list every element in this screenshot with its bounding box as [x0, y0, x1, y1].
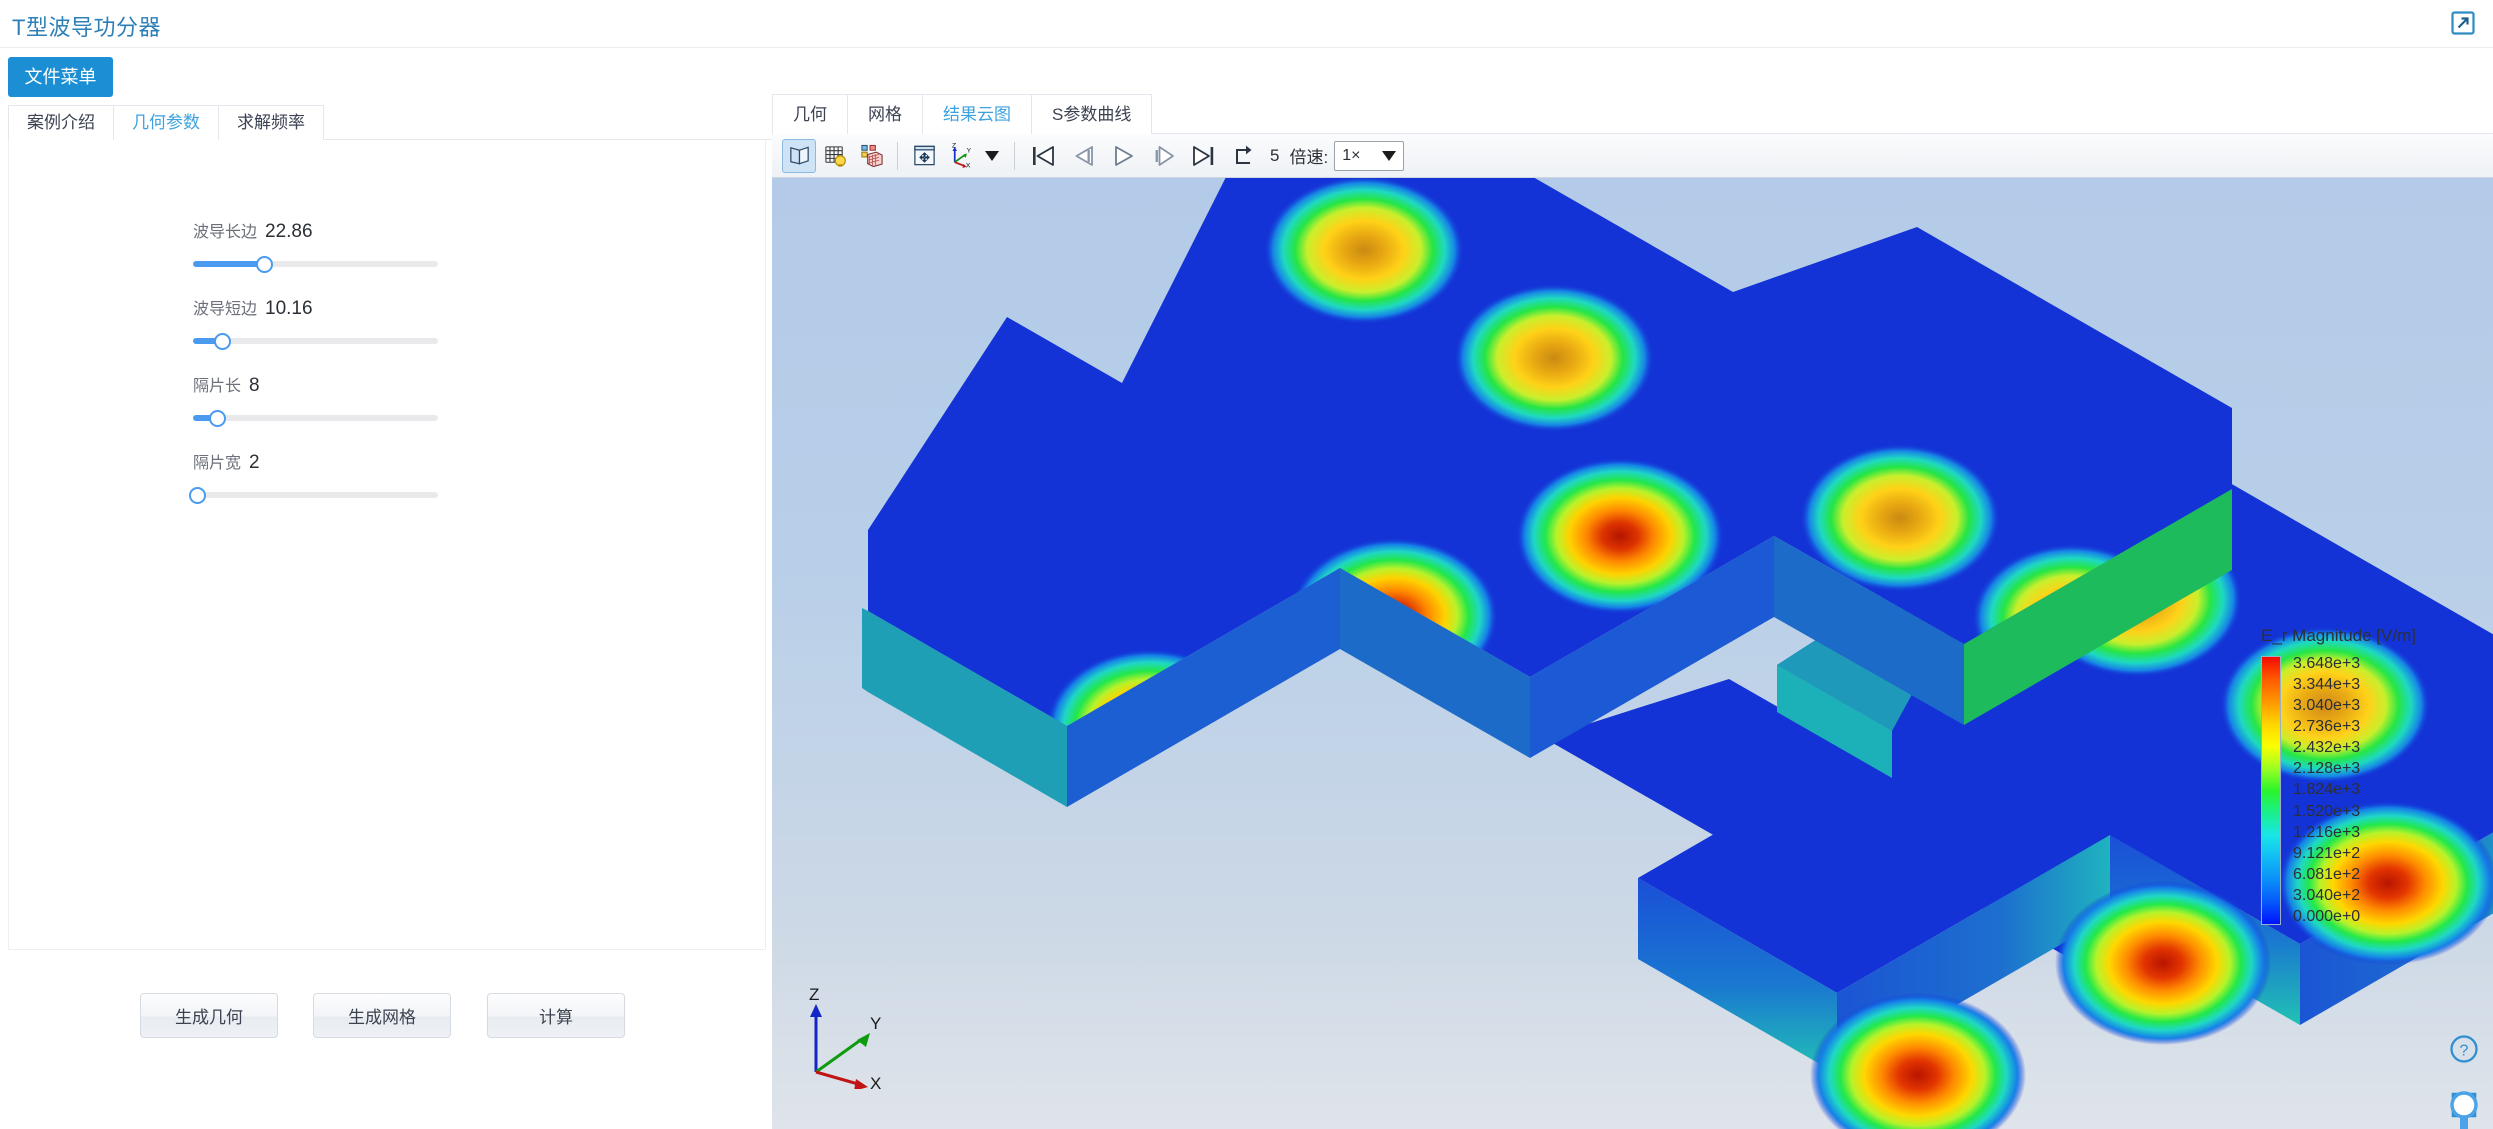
help-icon[interactable]: ?: [2449, 1034, 2479, 1064]
slider-septum-length[interactable]: [193, 409, 438, 427]
axis-label-y: Y: [870, 1014, 881, 1033]
slider-thumb[interactable]: [189, 486, 207, 504]
result-contour-canvas[interactable]: Z Y X E_r Magnitude [V/m] 3.648e+3 3.344…: [772, 178, 2493, 1129]
svg-text:X: X: [965, 163, 970, 168]
chevron-down-icon: [985, 150, 999, 161]
axis-label-x: X: [870, 1074, 881, 1089]
param-label-row: 波导短边 10.16: [193, 295, 453, 320]
viewer-toolbar: Z Y X 5 倍速: 1×: [772, 134, 2493, 178]
legend-tick: 1.520e+3: [2293, 802, 2361, 820]
svg-text:Z: Z: [952, 143, 956, 149]
slider-thumb[interactable]: [255, 255, 273, 273]
tab-s-parameter-curve[interactable]: S参数曲线: [1031, 94, 1153, 134]
left-tab-bar: 案例介绍 几何参数 求解频率: [8, 105, 2323, 140]
step-back-icon[interactable]: [1064, 137, 1102, 175]
action-button-row: 生成几何 生成网格 计算: [0, 993, 772, 1053]
legend-tick: 2.432e+3: [2293, 739, 2361, 757]
speed-select[interactable]: 1×: [1334, 140, 1405, 171]
axis-triad: Z Y X: [790, 984, 900, 1093]
viewer-tab-bar: 几何 网格 结果云图 S参数曲线: [772, 94, 2493, 134]
toolbar-separator: [1014, 141, 1015, 170]
colored-cube-icon[interactable]: [854, 139, 888, 173]
axis-label-z: Z: [809, 985, 819, 1004]
param-value: 2: [249, 452, 260, 473]
param-label-row: 隔片长 8: [193, 372, 453, 397]
param-label-row: 隔片宽 2: [193, 449, 453, 474]
legend-title: E_r Magnitude [V/m]: [2261, 626, 2416, 645]
param-group-waveguide-short-edge: 波导短边 10.16: [193, 295, 453, 350]
legend-tick: 3.040e+2: [2293, 886, 2361, 904]
param-name: 隔片长: [193, 378, 242, 395]
step-forward-icon[interactable]: [1144, 137, 1182, 175]
page-title: T型波导功分器: [12, 15, 161, 40]
legend-tick: 6.081e+2: [2293, 865, 2361, 883]
probe-magnifier-icon[interactable]: [2447, 1089, 2481, 1129]
tab-mesh[interactable]: 网格: [847, 94, 923, 134]
tab-solve-frequency[interactable]: 求解频率: [218, 105, 324, 140]
geometry-parameters-card: 波导长边 22.86 波导短边 10.16 隔片长 8 隔片宽 2: [8, 140, 766, 950]
param-group-septum-width: 隔片宽 2: [189, 449, 453, 504]
compute-button[interactable]: 计算: [487, 993, 625, 1038]
param-value: 22.86: [265, 221, 313, 242]
play-icon[interactable]: [1104, 137, 1142, 175]
toolbar-separator: [897, 141, 898, 170]
tab-geometry[interactable]: 几何: [772, 94, 848, 134]
left-panel: 文件菜单 案例介绍 几何参数 求解频率 波导长边 22.86 波导短边 10.16: [0, 48, 2323, 1129]
legend-body: 3.648e+3 3.344e+3 3.040e+3 2.736e+3 2.43…: [2261, 656, 2441, 925]
color-legend: E_r Magnitude [V/m] 3.648e+3 3.344e+3 3.…: [2261, 626, 2441, 925]
slider-septum-width[interactable]: [189, 486, 438, 504]
legend-tick: 1.216e+3: [2293, 823, 2361, 841]
slider-thumb[interactable]: [213, 332, 231, 350]
legend-tick: 3.648e+3: [2293, 655, 2361, 672]
svg-text:Y: Y: [966, 148, 971, 155]
speed-value: 1×: [1342, 146, 1361, 164]
tab-result-contour[interactable]: 结果云图: [922, 94, 1032, 134]
generate-geometry-button[interactable]: 生成几何: [140, 993, 278, 1038]
legend-tick: 2.128e+3: [2293, 760, 2361, 778]
param-name: 波导长边: [193, 224, 258, 241]
param-group-septum-length: 隔片长 8: [193, 372, 453, 427]
solid-view-icon[interactable]: [782, 138, 816, 173]
legend-tick: 0.000e+0: [2293, 907, 2361, 925]
legend-tick: 3.344e+3: [2293, 676, 2361, 694]
param-value: 10.16: [265, 298, 313, 319]
legend-tick: 2.736e+3: [2293, 718, 2361, 736]
axis-orientation-icon[interactable]: Z Y X: [943, 139, 977, 173]
loop-icon[interactable]: [1224, 137, 1262, 175]
color-bar: [2261, 656, 2281, 925]
file-menu-button[interactable]: 文件菜单: [8, 57, 113, 97]
chevron-down-icon: [1382, 150, 1397, 161]
frame-count-label: 5: [1270, 145, 1280, 165]
legend-tick: 3.040e+3: [2293, 697, 2361, 715]
param-value: 8: [249, 375, 260, 396]
waveguide-field-overlay: [862, 178, 2232, 807]
legend-tick-list: 3.648e+3 3.344e+3 3.040e+3 2.736e+3 2.43…: [2293, 656, 2360, 925]
external-link-icon[interactable]: [2449, 9, 2477, 37]
app-title-bar: T型波导功分器: [0, 0, 2493, 48]
speed-label: 倍速:: [1289, 148, 1329, 167]
param-name: 隔片宽: [193, 455, 242, 472]
param-label-row: 波导长边 22.86: [193, 218, 453, 243]
param-group-waveguide-long-edge: 波导长边 22.86: [193, 218, 453, 273]
skip-last-icon[interactable]: [1184, 137, 1222, 175]
param-name: 波导短边: [193, 301, 258, 318]
viewer-panel: 几何 网格 结果云图 S参数曲线 Z Y X 5 倍速: 1× Z Y X E_…: [772, 48, 2493, 1129]
mesh-light-icon[interactable]: [818, 139, 852, 173]
tab-geometry-params[interactable]: 几何参数: [113, 105, 219, 140]
generate-mesh-button[interactable]: 生成网格: [313, 993, 451, 1038]
fit-view-icon[interactable]: [907, 139, 941, 173]
svg-text:?: ?: [2460, 1043, 2469, 1060]
slider-waveguide-long-edge[interactable]: [193, 255, 438, 273]
skip-first-icon[interactable]: [1024, 137, 1062, 175]
tab-case-intro[interactable]: 案例介绍: [8, 105, 114, 140]
legend-tick: 1.824e+3: [2293, 781, 2361, 799]
slider-thumb[interactable]: [209, 409, 226, 427]
axis-dropdown-caret-icon[interactable]: [979, 139, 1005, 173]
slider-fill: [193, 261, 265, 267]
legend-tick: 9.121e+2: [2293, 844, 2361, 862]
slider-waveguide-short-edge[interactable]: [193, 332, 438, 350]
